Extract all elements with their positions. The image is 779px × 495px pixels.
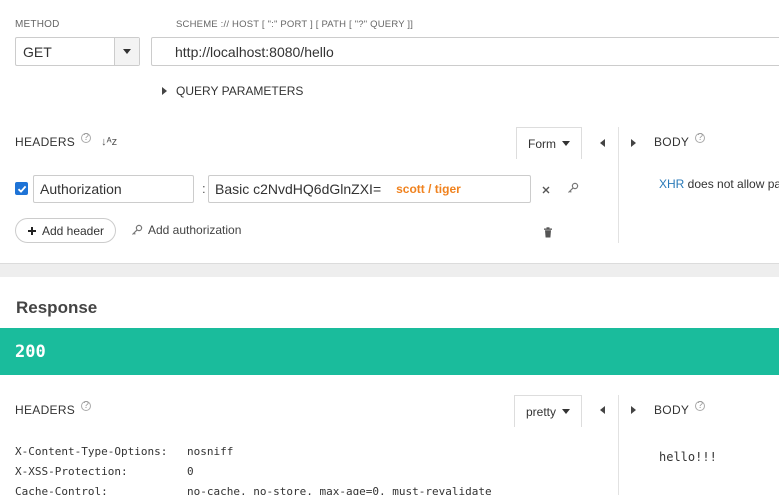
response-header-value: 0 [187, 465, 194, 478]
add-header-button[interactable]: Add header [15, 218, 116, 243]
help-icon[interactable]: ? [695, 133, 706, 143]
request-body-title: BODY [654, 135, 690, 149]
method-select[interactable]: GET [15, 37, 140, 66]
key-icon [132, 224, 143, 235]
response-body-title: BODY [654, 403, 690, 417]
check-icon [17, 185, 26, 193]
method-label: METHOD [15, 19, 60, 30]
response-collapse-left-button[interactable] [600, 406, 605, 414]
sort-icon[interactable]: ↓ᴬᴢ [101, 136, 117, 148]
query-parameters-label: QUERY PARAMETERS [176, 84, 304, 98]
help-icon[interactable]: ? [81, 401, 92, 411]
collapse-left-button[interactable] [600, 139, 605, 147]
headers-mode-button[interactable]: Form [516, 127, 582, 159]
header-value-input[interactable]: Basic c2NvdHQ6dGlnZXI= scott / tiger [208, 175, 531, 203]
header-separator: : [202, 181, 206, 196]
chevron-down-icon [123, 49, 131, 54]
response-panel-divider [618, 395, 619, 495]
expand-right-button[interactable] [631, 139, 636, 147]
add-authorization-button[interactable]: Add authorization [131, 223, 241, 237]
chevron-down-icon [562, 141, 570, 146]
request-headers-title: HEADERS [15, 135, 76, 149]
section-separator [0, 263, 779, 277]
chevron-right-icon [631, 406, 636, 414]
delete-all-headers-button[interactable] [543, 225, 553, 243]
xhr-link[interactable]: XHR [659, 177, 684, 191]
header-edit-button[interactable] [567, 181, 579, 199]
status-code: 200 [15, 342, 46, 362]
trash-icon [544, 227, 552, 238]
response-header-name: X-XSS-Protection: [15, 465, 128, 478]
header-name-input[interactable]: Authorization [33, 175, 194, 203]
help-icon[interactable]: ? [81, 133, 92, 143]
response-body-text: hello!!! [659, 450, 717, 464]
response-mode-label: pretty [525, 404, 556, 419]
panel-divider [618, 127, 619, 243]
response-header-name: X-Content-Type-Options: [15, 445, 168, 458]
add-authorization-label: Add authorization [148, 223, 242, 237]
remove-header-button[interactable] [541, 182, 551, 200]
chevron-right-icon [631, 139, 636, 147]
response-body-heading: BODY ? [654, 401, 706, 417]
close-icon [542, 186, 550, 194]
method-dropdown-caret[interactable] [114, 38, 139, 65]
url-label: SCHEME :// HOST [ ":" PORT ] [ PATH [ "?… [176, 19, 414, 30]
header-enabled-checkbox[interactable] [15, 182, 28, 195]
xhr-text: does not allow pa [684, 177, 779, 191]
help-icon[interactable]: ? [695, 401, 706, 411]
response-mode-button[interactable]: pretty [514, 395, 582, 427]
chevron-right-icon [162, 87, 167, 95]
key-icon [568, 182, 579, 193]
chevron-left-icon [600, 406, 605, 414]
response-expand-right-button[interactable] [631, 406, 636, 414]
header-value-hint: scott / tiger [396, 182, 461, 196]
chevron-left-icon [600, 139, 605, 147]
response-header-name: Cache-Control: [15, 485, 108, 495]
response-title: Response [16, 298, 98, 317]
add-header-label: Add header [41, 223, 105, 238]
plus-icon [27, 226, 36, 235]
response-headers-heading: HEADERS ? [15, 401, 92, 417]
xhr-note: XHR does not allow pa [659, 177, 779, 191]
method-value: GET [23, 43, 52, 60]
response-headers-title: HEADERS [15, 403, 76, 417]
headers-mode-label: Form [528, 136, 556, 151]
request-body-heading: BODY ? [654, 133, 706, 149]
request-headers-heading: HEADERS ? ↓ᴬᴢ [15, 133, 117, 150]
response-header-value: no-cache, no-store, max-age=0, must-reva… [187, 485, 492, 495]
url-input[interactable]: http://localhost:8080/hello [151, 37, 779, 66]
header-value-text: Basic c2NvdHQ6dGlnZXI= [215, 181, 382, 197]
chevron-down-icon [562, 409, 570, 414]
query-parameters-toggle[interactable]: QUERY PARAMETERS [162, 84, 303, 98]
status-bar: 200 [0, 328, 779, 375]
response-header-value: nosniff [187, 445, 234, 458]
